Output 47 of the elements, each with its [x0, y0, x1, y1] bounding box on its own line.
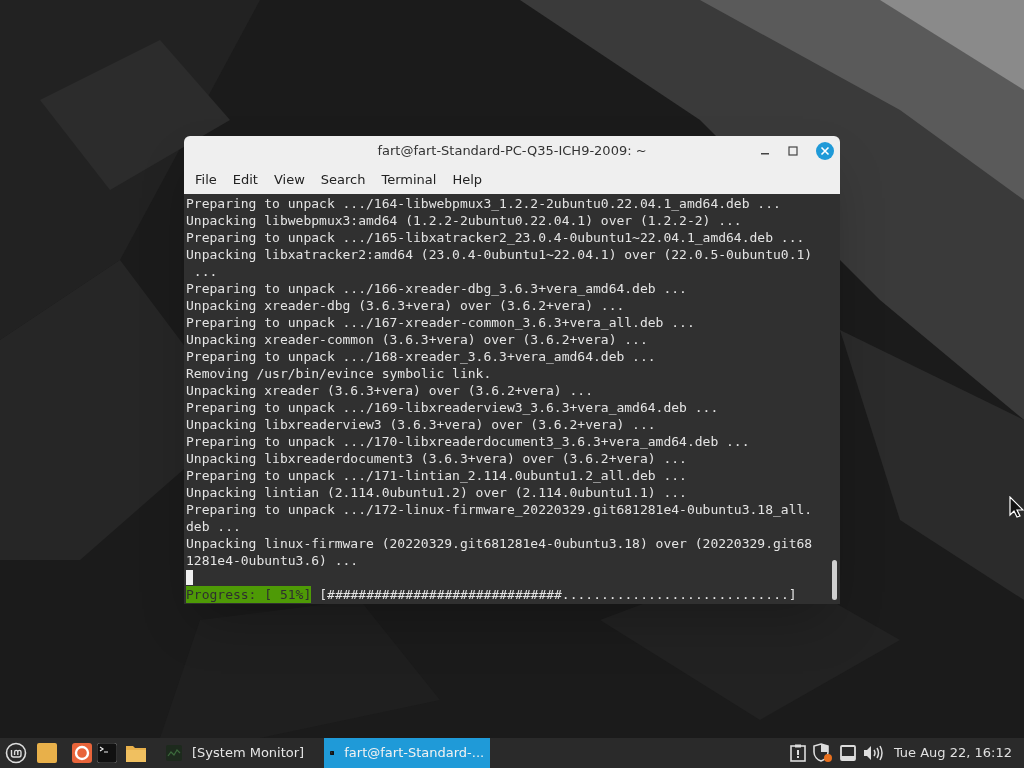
- terminal-line: ...: [192, 263, 218, 280]
- terminal-line: 1281e4-0ubuntu3.6) ...: [186, 552, 359, 569]
- terminal-line: Unpacking linux-firmware (20220329.git681281e4-0ubuntu3.18) over (20220329.git68: [186, 535, 813, 552]
- menu-item[interactable]: View: [266, 168, 312, 192]
- maximize-icon[interactable]: [788, 146, 798, 156]
- menu-item[interactable]: Terminal: [374, 168, 444, 192]
- monitor-icon: [166, 745, 182, 761]
- terminal-line: Unpacking libxreaderdocument3 (3.6.3+vera) over (3.6.2+vera) ...: [186, 450, 687, 467]
- close-icon[interactable]: [816, 142, 834, 160]
- terminal-line: Preparing to unpack .../164-libwebpmux3_1.2.2-2ubuntu0.22.04.1_amd64.deb ...: [186, 195, 781, 212]
- menu-item[interactable]: Help: [445, 168, 490, 192]
- cursor: [186, 570, 193, 585]
- terminal-line: Preparing to unpack .../166-xreader-dbg_3.6.3+vera_amd64.deb ...: [186, 280, 687, 297]
- terminal-line: Preparing to unpack .../171-lintian_2.114.0ubuntu1.2_all.deb ...: [186, 467, 687, 484]
- volume-icon[interactable]: [862, 745, 883, 761]
- clipboard-icon[interactable]: [789, 744, 806, 762]
- terminal-line: Preparing to unpack .../165-libxatracker2_23.0.4-0ubuntu1~22.04.1_amd64.deb ...: [186, 229, 805, 246]
- folder-icon[interactable]: [126, 744, 146, 762]
- terminal-line: Preparing to unpack .../168-xreader_3.6.3+vera_amd64.deb ...: [186, 348, 656, 365]
- taskbar-button[interactable]: [System Monitor]: [160, 738, 311, 768]
- terminal-line: Preparing to unpack .../167-xreader-common_3.6.3+vera_all.deb ...: [186, 314, 695, 331]
- terminal-line: Removing /usr/bin/evince symbolic link.: [186, 365, 492, 382]
- terminal-line: Unpacking xreader-common (3.6.3+vera) over (3.6.2+vera) ...: [186, 331, 648, 348]
- terminal-line: deb ...: [186, 518, 241, 535]
- window-title: fart@fart-Standard-PC-Q35-ICH9-2009: ~: [377, 142, 647, 161]
- menu-item[interactable]: File: [188, 168, 224, 192]
- menu-icon[interactable]: [5, 742, 27, 764]
- terminal-line: Unpacking libxatracker2:amd64 (23.0.4-0ubuntu1~22.04.1) over (22.0.5-0ubuntu0.1): [186, 246, 813, 263]
- terminal-line: Preparing to unpack .../170-libxreaderdocument3_3.6.3+vera_amd64.deb ...: [186, 433, 750, 450]
- clock[interactable]: Tue Aug 22, 16:12: [893, 743, 1012, 763]
- terminal-line: Unpacking xreader-dbg (3.6.3+vera) over (3.6.2+vera) ...: [186, 297, 625, 314]
- terminal-line: Preparing to unpack .../169-libxreaderview3_3.6.3+vera_amd64.deb ...: [186, 399, 719, 416]
- menu-item[interactable]: Search: [313, 168, 373, 192]
- terminal-line: Unpacking libxreaderview3 (3.6.3+vera) over (3.6.2+vera) ...: [186, 416, 656, 433]
- menu-item[interactable]: Edit: [225, 168, 265, 192]
- terminal-line: Unpacking libwebpmux3:amd64 (1.2.2-2ubuntu0.22.04.1) over (1.2.2-2) ...: [186, 212, 742, 229]
- scrollbar-thumb[interactable]: [832, 560, 837, 600]
- terminal-icon[interactable]: [97, 743, 117, 763]
- terminal-line: Preparing to unpack .../172-linux-firmware_20220329.git681281e4-0ubuntu3.18_all.: [186, 501, 813, 518]
- terminal-line: Unpacking lintian (2.114.0ubuntu1.2) over (2.114.0ubuntu1.1) ...: [186, 484, 687, 501]
- progress-bar-text: [##############################.............................]: [319, 586, 797, 603]
- browser-icon[interactable]: [72, 743, 92, 763]
- progress-label: Progress: [ 51%]: [186, 586, 312, 603]
- pointer-icon: [1009, 496, 1024, 518]
- network-icon[interactable]: [839, 745, 856, 761]
- shield-icon[interactable]: [812, 743, 833, 763]
- terminal-line: Unpacking xreader (3.6.3+vera) over (3.6.2+vera) ...: [186, 382, 593, 399]
